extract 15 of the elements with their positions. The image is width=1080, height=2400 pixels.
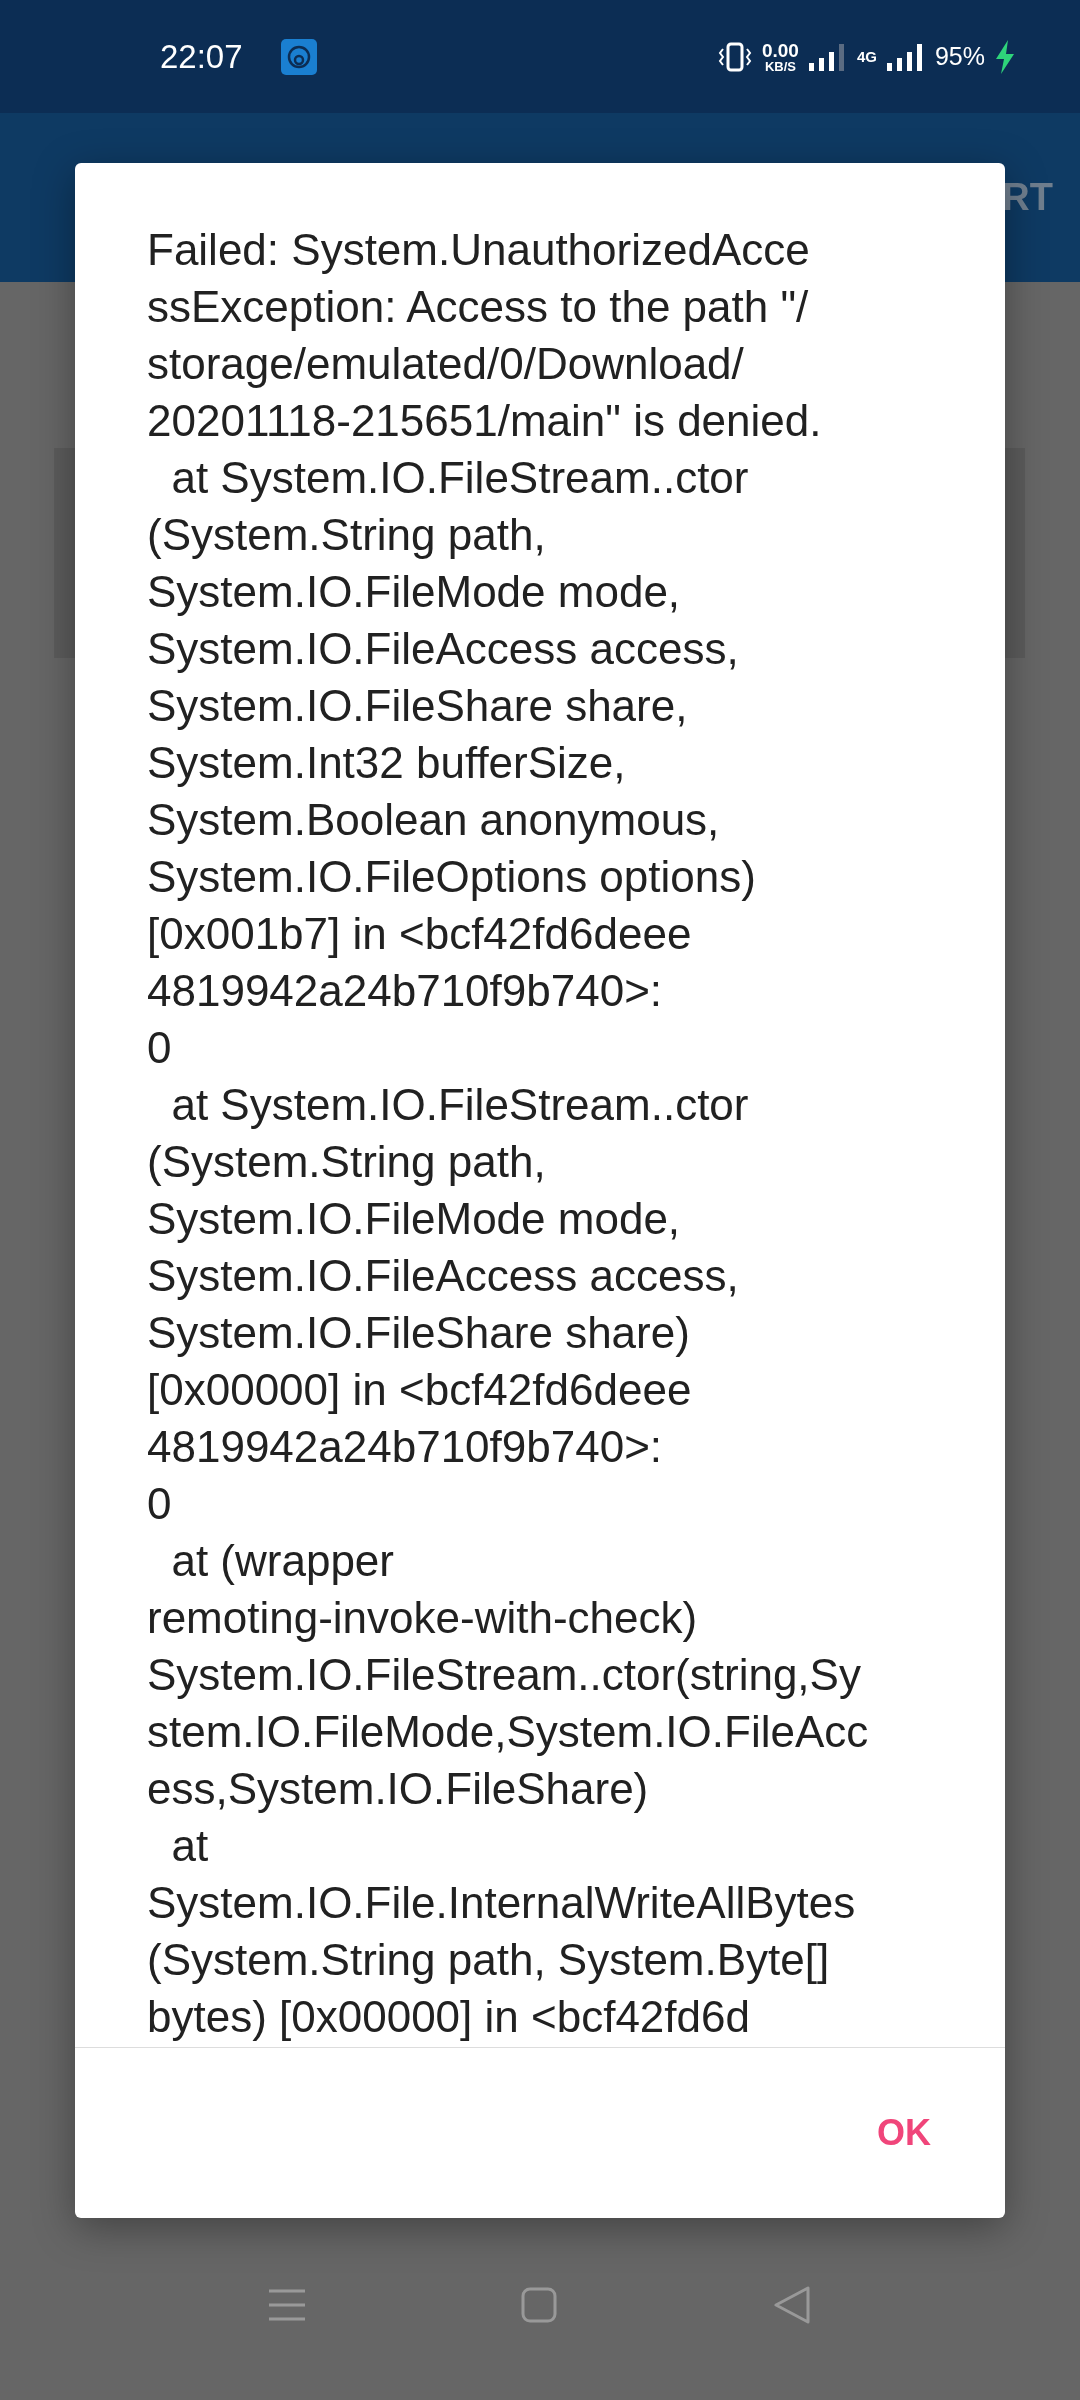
signal-icon: [808, 41, 847, 72]
vibrate-icon: [717, 41, 752, 72]
network-speed: 0.00: [761, 40, 799, 60]
app-notification-icon: [280, 38, 317, 75]
error-message: Failed: System.UnauthorizedAcce ssException: Access to the path "/ storage/emulated/0/Download/ 20201118-215651/main" is denied. at System.IO.FileStream..ctor (System.String path, System.IO.FileMode mode, System.IO.FileAccess access, System.IO.FileShare share, System.Int32 bufferSize, System.Boolean anonymous, System.IO.FileOptions options) [0x001b7] in <bcf42fd6deee 4819942a24b710f9b740>: 0 at System.IO.FileStream..ctor (System.String path, System.IO.FileMode mode, System.IO.FileAccess access, System.IO.FileShare share) [0x00000] in <bcf42fd6deee 4819942a24b710f9b740>: 0 at (wrapper remoting-invoke-with-check) System.IO.FileStream..ctor(string,Sy stem.IO.FileMode,System.IO.FileAcc ess,System.IO.FileShare) at System.IO.File.InternalWriteAllBytes (System.String path, System.Byte[] bytes) [0x00000] in <bcf42fd6d: [147, 224, 870, 2043]
home-icon[interactable]: [521, 2287, 557, 2323]
signal-icon: [886, 41, 925, 72]
menu-icon[interactable]: [269, 2288, 305, 2322]
network-type: 4G: [856, 48, 877, 65]
ok-button[interactable]: OK: [863, 2102, 945, 2164]
battery-level: 95%: [934, 42, 985, 71]
back-icon[interactable]: [773, 2285, 811, 2325]
clock: 22:07: [160, 37, 243, 76]
speed-unit: KB/S: [764, 59, 796, 73]
charging-icon: [995, 39, 1015, 74]
